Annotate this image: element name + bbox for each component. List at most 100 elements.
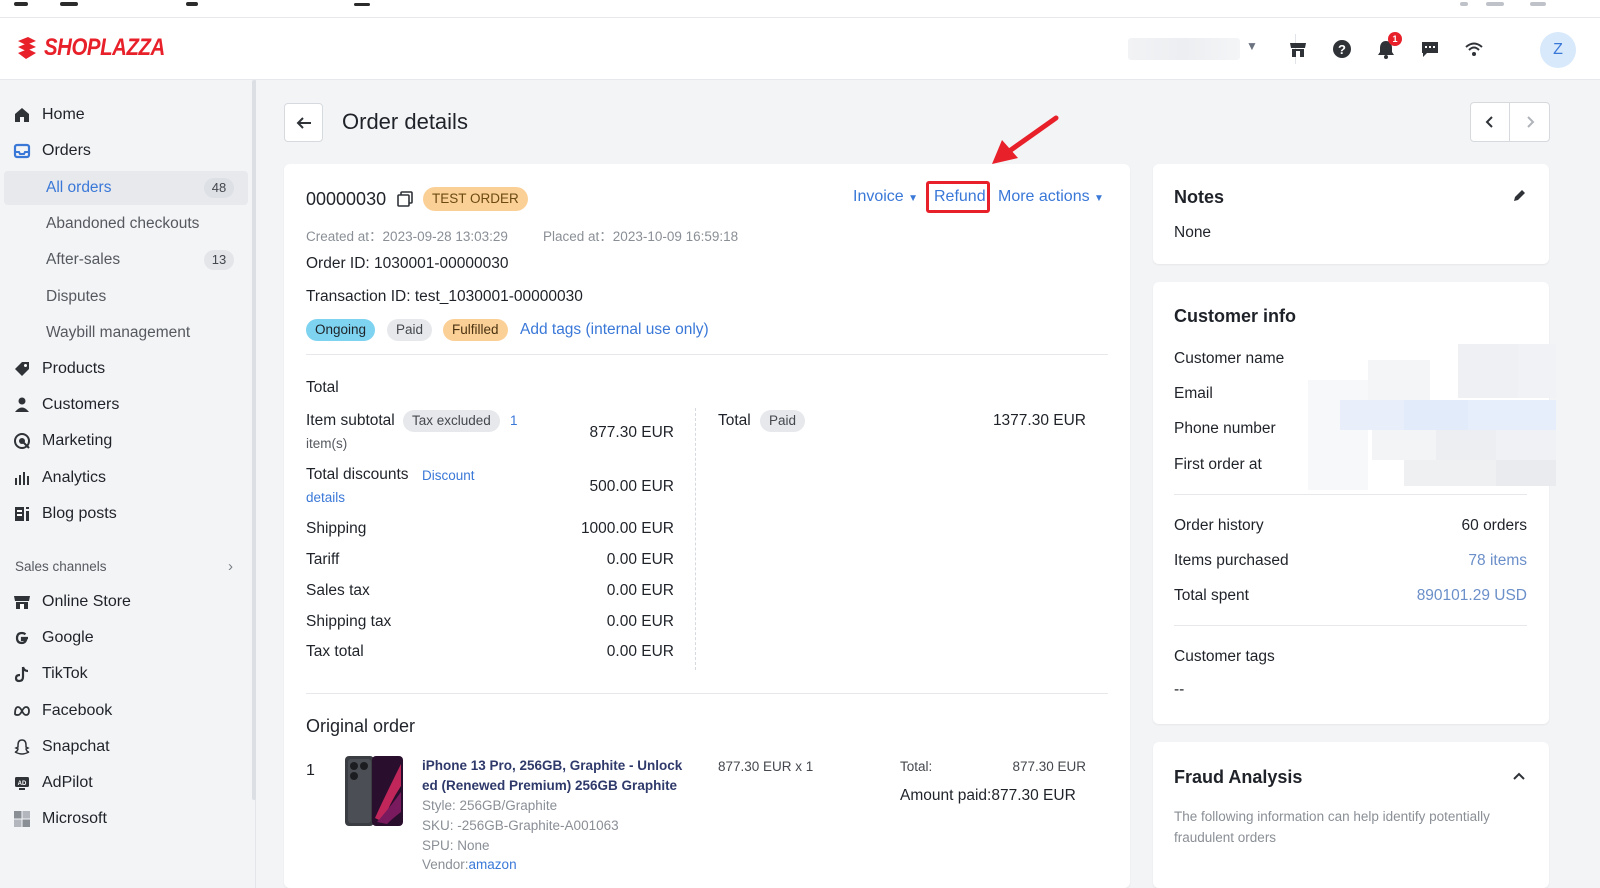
chevron-left-icon [1485, 116, 1493, 128]
subitem-label: Disputes [46, 288, 107, 305]
order-history-link[interactable]: 60 orders [1380, 517, 1527, 535]
sidebar-item-orders[interactable]: Orders [12, 134, 248, 168]
placed-at: Placed at：2023-10-09 16:59:18 [543, 225, 738, 245]
customer-name-label: Customer name [1174, 350, 1285, 367]
sidebar-subitem-all-orders[interactable]: All orders 48 [4, 171, 248, 205]
sidebar-subitem-after-sales[interactable]: After-sales 13 [4, 243, 248, 277]
invoice-dropdown[interactable]: Invoice ▼ [853, 188, 918, 206]
chevron-right-icon [1526, 116, 1534, 128]
product-name-line2[interactable]: ed (Renewed Premium) 256GB Graphite [422, 778, 677, 793]
sidebar-item-facebook[interactable]: Facebook [12, 694, 248, 728]
message-icon[interactable] [1419, 38, 1441, 60]
fulfilled-tag: Fulfilled [443, 319, 508, 341]
shipping-label: Shipping [306, 520, 367, 537]
sidebar-item-customers[interactable]: Customers [12, 388, 248, 422]
caret-down-icon: ▼ [1246, 39, 1258, 53]
bar-chart-icon [12, 468, 32, 488]
sidebar-item-google[interactable]: Google [12, 621, 248, 655]
sidebar-item-adpilot[interactable]: AD AdPilot [12, 766, 248, 800]
sidebar-item-label: AdPilot [42, 774, 93, 791]
placed-at-label: Placed at： [543, 229, 613, 244]
notes-card [1153, 164, 1549, 264]
chevron-up-icon[interactable] [1512, 769, 1526, 788]
customer-tags-value: -- [1174, 681, 1185, 698]
sidebar-scrollbar[interactable] [252, 80, 256, 800]
items-count: 1 [510, 413, 518, 428]
tax-excluded-tag: Tax excluded [403, 410, 500, 432]
sales-channels-header[interactable]: Sales channels › [15, 558, 245, 575]
sidebar-item-label: Customers [42, 396, 120, 413]
section-title-label: Sales channels [15, 559, 107, 574]
meta-icon [12, 701, 32, 721]
tariff-label: Tariff [306, 551, 340, 568]
sidebar-item-home[interactable]: Home [12, 98, 248, 132]
chevron-right-icon: › [228, 558, 233, 575]
phone-label: Phone number [1174, 420, 1276, 437]
order-history-label: Order history [1174, 517, 1264, 534]
product-name-line1[interactable]: iPhone 13 Pro, 256GB, Graphite - Unlock [422, 758, 682, 773]
divider [306, 693, 1108, 694]
add-tags-link[interactable]: Add tags (internal use only) [520, 321, 709, 339]
store-name-blurred [1128, 38, 1240, 60]
sidebar-item-tiktok[interactable]: TikTok [12, 657, 248, 691]
storefront-icon[interactable] [1287, 38, 1309, 60]
line-total-value: 877.30 EUR [1012, 759, 1086, 774]
sidebar-item-microsoft[interactable]: Microsoft [12, 802, 248, 836]
sidebar-item-label: Facebook [42, 702, 113, 719]
shoplazza-logo[interactable]: SHOPLAZZA [14, 34, 186, 62]
subitem-label: Abandoned checkouts [46, 215, 200, 232]
next-order-button[interactable] [1510, 103, 1549, 141]
product-sku: SKU: -256GB-Graphite-A001063 [422, 818, 619, 833]
total-spent-value: 890101.29 USD [1416, 587, 1527, 604]
sidebar-item-blog-posts[interactable]: Blog posts [12, 497, 248, 531]
sidebar-item-marketing[interactable]: Marketing [12, 424, 248, 458]
blog-icon [12, 504, 32, 524]
vendor-link[interactable]: amazon [469, 857, 517, 872]
page-title: Order details [342, 109, 468, 134]
sidebar-item-snapchat[interactable]: Snapchat [12, 730, 248, 764]
product-style: Style: 256GB/Graphite [422, 798, 558, 813]
help-icon[interactable]: ? [1331, 38, 1353, 60]
sidebar-item-online-store[interactable]: Online Store [12, 585, 248, 619]
discount-details-link-line1[interactable]: Discount [422, 468, 475, 483]
line-total-label: Total: [900, 759, 933, 774]
sidebar-item-label: TikTok [42, 665, 88, 682]
back-button[interactable] [284, 103, 323, 142]
sidebar-item-analytics[interactable]: Analytics [12, 461, 248, 495]
discount-details-link-line2[interactable]: details [306, 490, 345, 505]
sidebar-item-label: Marketing [42, 432, 113, 449]
user-avatar[interactable]: Z [1540, 32, 1576, 68]
paid-tag: Paid [387, 319, 433, 341]
svg-text:AD: AD [18, 781, 27, 787]
wifi-icon[interactable] [1463, 38, 1485, 60]
caret-down-icon: ▼ [908, 193, 919, 204]
home-icon [12, 105, 32, 125]
more-actions-dropdown[interactable]: More actions ▼ [998, 188, 1104, 206]
ongoing-tag: Ongoing [306, 319, 376, 341]
snapchat-icon [12, 737, 32, 757]
sidebar-item-products[interactable]: Products [12, 352, 248, 386]
previous-order-button[interactable] [1471, 103, 1511, 141]
edit-pencil-icon[interactable] [1511, 188, 1527, 209]
tiktok-icon [12, 664, 32, 684]
bell-icon[interactable]: 1 [1375, 32, 1402, 60]
total-section-title: Total [306, 379, 339, 396]
transaction-id: Transaction ID: test_1030001-00000030 [306, 288, 583, 305]
shoplazza-logo-icon [18, 37, 36, 59]
divider [306, 354, 1108, 355]
sidebar-item-label: Blog posts [42, 505, 117, 522]
storefront-icon [12, 592, 32, 612]
product-thumbnail[interactable] [345, 756, 403, 826]
microsoft-icon [12, 809, 32, 829]
created-at-value: 2023-09-28 13:03:29 [382, 229, 508, 244]
copy-icon[interactable] [396, 190, 414, 213]
sidebar-subitem-disputes[interactable]: Disputes [4, 280, 248, 314]
amount-paid: Amount paid:877.30 EUR [900, 787, 1076, 804]
divider [1174, 494, 1527, 495]
adpilot-icon: AD [12, 773, 32, 793]
sidebar-subitem-abandoned-checkouts[interactable]: Abandoned checkouts [4, 207, 248, 241]
sidebar-subitem-waybill[interactable]: Waybill management [4, 316, 248, 350]
store-selector[interactable]: ▼ [1128, 32, 1278, 66]
brand-name: SHOPLAZZA [44, 34, 165, 61]
sidebar-item-label: Microsoft [42, 810, 107, 827]
